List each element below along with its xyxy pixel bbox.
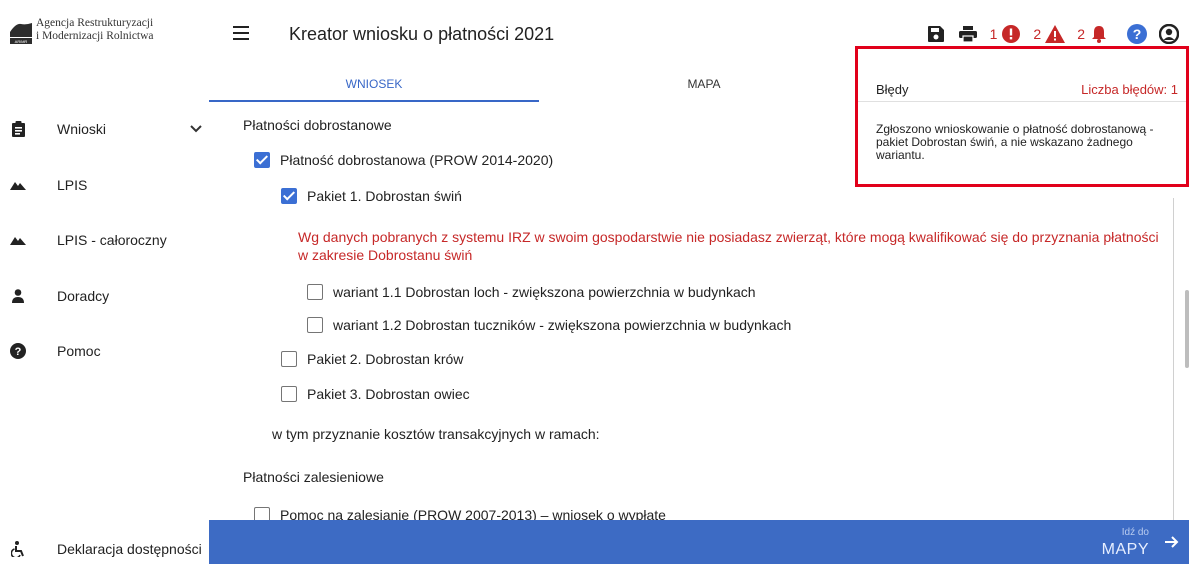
error-count: 1	[989, 26, 998, 42]
terrain-icon	[10, 177, 26, 193]
bell-icon[interactable]	[1089, 24, 1109, 44]
warning-icon[interactable]	[1045, 24, 1066, 44]
sidebar-item-wnioski[interactable]: Wnioski	[0, 114, 209, 144]
checkbox-label: Pakiet 3. Dobrostan owiec	[307, 386, 470, 402]
sidebar-item-doradcy[interactable]: Doradcy	[0, 281, 209, 311]
sidebar-item-label: LPIS	[57, 177, 88, 193]
page-title: Kreator wniosku o płatności 2021	[289, 24, 555, 44]
checkbox-pakiet3[interactable]	[281, 386, 297, 402]
checkbox-label: wariant 1.2 Dobrostan tuczników - zwięks…	[333, 317, 792, 333]
scrollbar-thumb[interactable]	[1185, 290, 1189, 368]
errors-panel: Błędy Liczba błędów: 1 Zgłoszono wniosko…	[855, 46, 1189, 187]
checkbox-label: Pakiet 2. Dobrostan krów	[307, 351, 464, 367]
account-icon[interactable]	[1159, 24, 1179, 44]
warning-count: 2	[1033, 26, 1042, 42]
svg-text:ARiMR: ARiMR	[15, 39, 28, 44]
help-icon[interactable]: ?	[1127, 24, 1147, 44]
section-title: Płatności dobrostanowe	[243, 117, 392, 133]
tab-bar: WNIOSEK MAPA	[209, 70, 869, 102]
checkbox-row-zalesianie[interactable]: Pomoc na zalesianie (PROW 2007-2013) – w…	[254, 507, 666, 520]
person-icon	[10, 288, 26, 304]
sidebar-item-label: Deklaracja dostępności	[57, 541, 202, 557]
org-name: Agencja Restrukturyzacji i Modernizacji …	[36, 17, 154, 43]
sidebar-item-pomoc[interactable]: ? Pomoc	[0, 336, 209, 366]
org-name-line1: Agencja Restrukturyzacji	[36, 17, 154, 29]
sidebar-item-deklaracja[interactable]: Deklaracja dostępności	[0, 537, 209, 561]
errors-title: Błędy	[876, 82, 909, 97]
terrain-icon	[10, 232, 26, 248]
sidebar-item-lpis-caloroczny[interactable]: LPIS - całoroczny	[0, 225, 209, 255]
arimr-logo-icon: ARiMR	[10, 20, 32, 44]
checkbox-wariant11[interactable]	[307, 284, 323, 300]
checkbox-prow[interactable]	[254, 152, 270, 168]
header-actions: 1 2 2 ?	[920, 22, 1189, 46]
svg-text:?: ?	[15, 346, 22, 358]
checkbox-pakiet1[interactable]	[281, 188, 297, 204]
go-to-map-bar[interactable]: Idź do MAPY	[209, 520, 1189, 564]
checkbox-label: Pakiet 1. Dobrostan świń	[307, 188, 462, 204]
help-icon: ?	[10, 343, 26, 359]
checkbox-wariant12[interactable]	[307, 317, 323, 333]
sidebar: ARiMR Agencja Restrukturyzacji i Moderni…	[0, 0, 209, 564]
checkbox-pakiet2[interactable]	[281, 351, 297, 367]
clipboard-icon	[10, 121, 26, 137]
sidebar-item-lpis[interactable]: LPIS	[0, 170, 209, 200]
warning-message: Wg danych pobranych z systemu IRZ w swoi…	[298, 229, 1159, 263]
checkbox-zalesianie[interactable]	[254, 507, 270, 520]
error-icon[interactable]	[1001, 24, 1021, 44]
notification-count: 2	[1077, 26, 1085, 42]
arrow-right-icon[interactable]	[1165, 533, 1179, 554]
errors-count: Liczba błędów: 1	[1081, 82, 1178, 97]
org-name-line2: i Modernizacji Rolnictwa	[36, 30, 154, 42]
error-message[interactable]: Zgłoszono wnioskowanie o płatność dobros…	[876, 123, 1156, 162]
checkbox-row-prow[interactable]: Płatność dobrostanowa (PROW 2014-2020)	[254, 152, 553, 168]
checkbox-label: Płatność dobrostanowa (PROW 2014-2020)	[280, 152, 554, 168]
accessibility-icon	[10, 541, 26, 557]
transaction-costs-label: w tym przyznanie kosztów transakcyjnych …	[272, 426, 600, 442]
sidebar-item-label: Pomoc	[57, 343, 101, 359]
print-icon[interactable]	[958, 24, 978, 44]
svg-text:?: ?	[1133, 26, 1142, 42]
checkbox-row-wariant11[interactable]: wariant 1.1 Dobrostan loch - zwiększona …	[307, 284, 756, 300]
sidebar-item-label: Wnioski	[57, 121, 107, 137]
menu-icon[interactable]	[233, 26, 249, 40]
checkbox-row-pakiet2[interactable]: Pakiet 2. Dobrostan krów	[281, 351, 463, 367]
checkbox-row-pakiet1[interactable]: Pakiet 1. Dobrostan świń	[281, 188, 462, 204]
save-icon[interactable]	[926, 24, 946, 44]
checkbox-row-pakiet3[interactable]: Pakiet 3. Dobrostan owiec	[281, 386, 470, 402]
sidebar-item-label: LPIS - całoroczny	[57, 232, 167, 248]
checkbox-label: wariant 1.1 Dobrostan loch - zwiększona …	[333, 284, 756, 300]
section-title: Płatności zalesieniowe	[243, 469, 384, 485]
chevron-down-icon	[190, 122, 202, 136]
tab-mapa[interactable]: MAPA	[539, 70, 869, 102]
checkbox-row-wariant12[interactable]: wariant 1.2 Dobrostan tuczników - zwięks…	[307, 317, 791, 333]
tab-wniosek[interactable]: WNIOSEK	[209, 70, 539, 102]
content-border	[1173, 198, 1174, 520]
sidebar-item-label: Doradcy	[57, 288, 110, 304]
divider	[858, 101, 1186, 102]
go-to-label: Idź do	[1121, 527, 1149, 538]
checkbox-label: Pomoc na zalesianie (PROW 2007-2013) – w…	[280, 507, 666, 520]
org-logo[interactable]: ARiMR Agencja Restrukturyzacji i Moderni…	[10, 17, 154, 44]
go-to-target: MAPY	[1101, 541, 1149, 558]
